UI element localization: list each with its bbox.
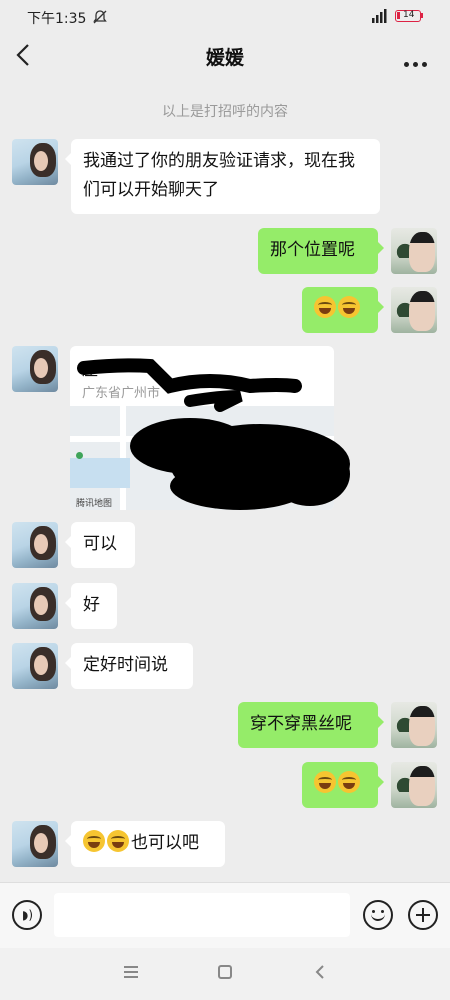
message-bubble[interactable]: 穿不穿黑丝呢 <box>238 702 384 748</box>
message-bubble[interactable]: 可以 <box>65 522 135 568</box>
voice-icon[interactable]: ◗) <box>12 900 42 930</box>
message-bubble[interactable]: 好 <box>65 583 117 629</box>
redaction-scribble <box>77 358 350 510</box>
message-text: 也可以吧 <box>131 833 199 853</box>
nav-back-icon[interactable] <box>312 964 328 980</box>
more-icon[interactable] <box>404 52 432 67</box>
message-text: 那个位置呢 <box>270 240 355 260</box>
contact-avatar[interactable] <box>12 643 58 689</box>
message-text: 穿不穿黑丝呢 <box>250 714 352 734</box>
battery-level: 14 <box>403 10 415 20</box>
self-avatar[interactable] <box>391 287 437 333</box>
message-input[interactable] <box>54 893 350 937</box>
contact-avatar[interactable] <box>12 139 58 185</box>
mute-bell-icon <box>93 10 107 24</box>
message-bubble[interactable] <box>302 287 384 333</box>
message-text: 定好时间说 <box>83 655 168 675</box>
status-time: 下午1:35 <box>27 11 87 27</box>
self-avatar[interactable] <box>391 702 437 748</box>
contact-avatar[interactable] <box>12 583 58 629</box>
chat-title: 媛媛 <box>205 47 244 69</box>
contact-avatar[interactable] <box>12 821 58 867</box>
menu-icon[interactable] <box>124 966 138 978</box>
message-bubble[interactable]: 也可以吧 <box>65 821 225 867</box>
status-bar: 下午1:35 14 <box>0 0 450 34</box>
laugh-cry-emoji <box>314 296 336 318</box>
battery-icon: 14 <box>395 10 421 22</box>
input-bar: ◗) <box>0 882 450 949</box>
contact-avatar[interactable] <box>12 346 58 392</box>
laugh-cry-emoji <box>83 830 105 852</box>
laugh-cry-emoji <box>314 771 336 793</box>
self-avatar[interactable] <box>391 228 437 274</box>
laugh-cry-emoji <box>107 830 129 852</box>
signal-icon <box>372 9 387 23</box>
message-bubble[interactable]: 定好时间说 <box>65 643 193 689</box>
laugh-cry-emoji <box>338 771 360 793</box>
message-bubble[interactable] <box>302 762 384 808</box>
message-text: 我通过了你的朋友验证请求，现在我们可以开始聊天了 <box>83 151 355 200</box>
plus-icon[interactable] <box>408 900 438 930</box>
message-text: 可以 <box>83 534 117 554</box>
chat-header: 媛媛 <box>0 34 450 78</box>
system-nav-bar <box>0 948 450 1000</box>
message-bubble[interactable]: 我通过了你的朋友验证请求，现在我们可以开始聊天了 <box>65 139 380 214</box>
contact-avatar[interactable] <box>12 522 58 568</box>
self-avatar[interactable] <box>391 762 437 808</box>
message-text: 好 <box>83 595 100 615</box>
system-note: 以上是打招呼的内容 <box>162 104 288 120</box>
message-bubble[interactable]: 那个位置呢 <box>258 228 384 274</box>
emoji-icon[interactable] <box>363 900 393 930</box>
laugh-cry-emoji <box>338 296 360 318</box>
home-icon[interactable] <box>218 965 232 979</box>
